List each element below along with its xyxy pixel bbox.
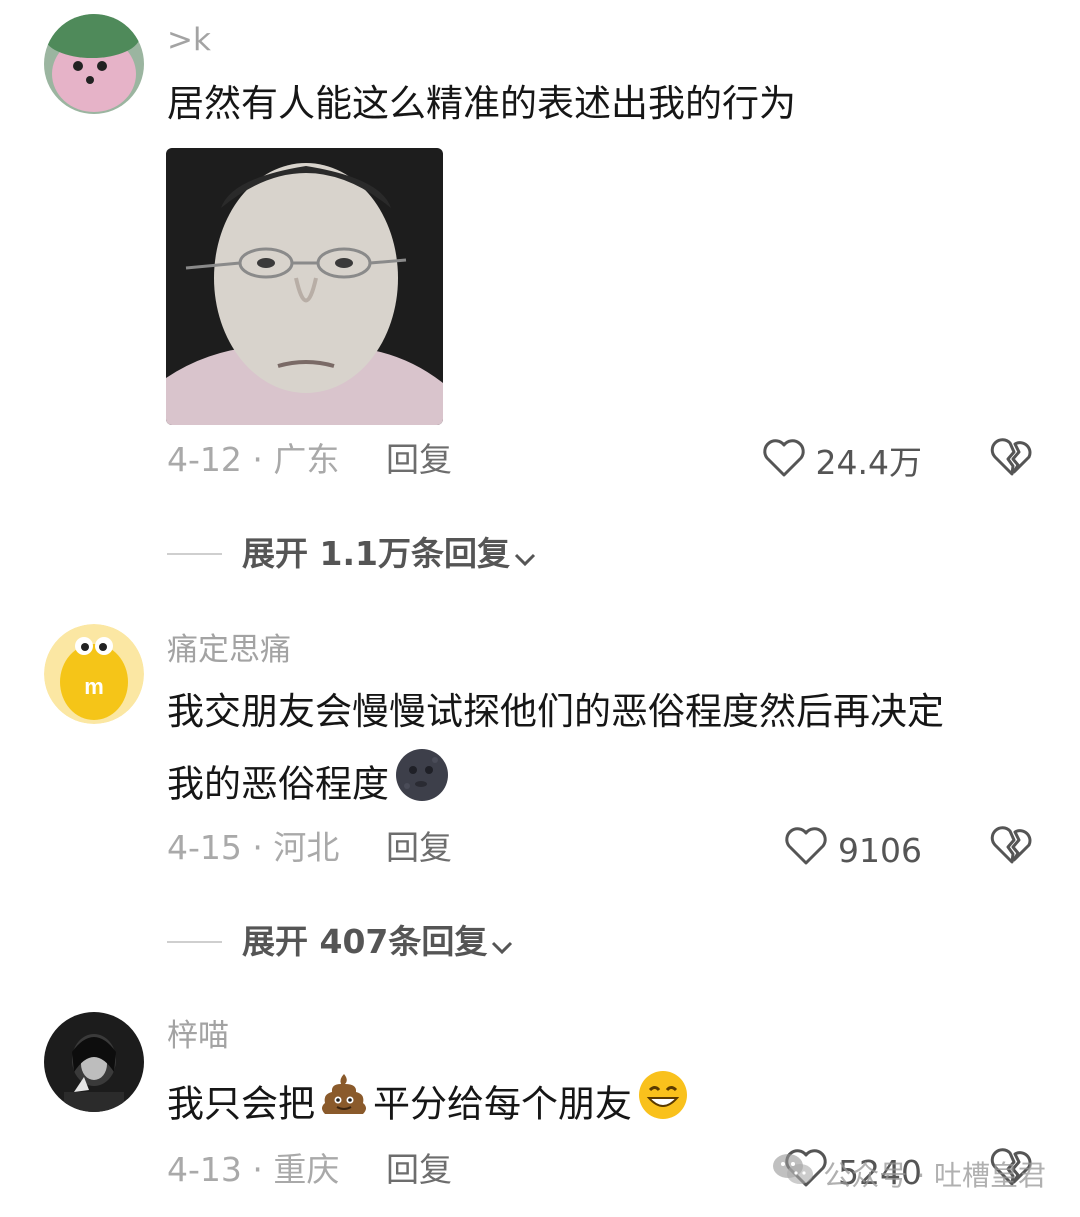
wechat-icon <box>771 1152 815 1195</box>
new-moon-face-icon <box>393 746 451 826</box>
watermark-text: 公众号 · 吐槽皇君 <box>823 1158 1046 1192</box>
avatar[interactable] <box>44 1012 144 1112</box>
comment-date: 4-15 <box>167 828 242 867</box>
divider <box>167 941 222 943</box>
comment-date: 4-13 <box>167 1150 242 1189</box>
broken-heart-icon <box>990 438 1034 482</box>
reply-button[interactable]: 回复 <box>386 440 452 480</box>
comment-text: 我只会把 平分给每个朋友 <box>167 1068 1047 1144</box>
expand-label: 展开 1.1万条回复 <box>242 534 510 573</box>
comment-image[interactable] <box>166 148 443 425</box>
dislike-button[interactable] <box>990 824 1034 868</box>
like-count: 9106 <box>838 830 922 870</box>
comment-text: 居然有人能这么精准的表述出我的行为 <box>167 82 796 125</box>
comment-meta: 4-13 · 重庆 <box>167 1150 340 1189</box>
username[interactable]: 梓喵 <box>167 1016 229 1056</box>
svg-text:m: m <box>84 674 104 699</box>
expand-replies[interactable]: 展开 407条回复 <box>167 922 515 962</box>
comment-text: 我交朋友会慢慢试探他们的恶俗程度然后再决定 我的恶俗程度 <box>167 678 1047 826</box>
comment-meta: 4-15 · 河北 <box>167 828 340 867</box>
username[interactable]: 痛定思痛 <box>167 630 291 670</box>
comment-meta: 4-12 · 广东 <box>167 440 340 479</box>
expand-replies[interactable]: 展开 1.1万条回复 <box>167 534 538 574</box>
avatar[interactable] <box>44 14 144 114</box>
reply-button[interactable]: 回复 <box>386 828 452 868</box>
chevron-down-icon <box>512 541 538 567</box>
reply-button[interactable]: 回复 <box>386 1150 452 1190</box>
comment-location: 重庆 <box>273 1150 340 1189</box>
like-button[interactable]: 9106 <box>784 826 922 875</box>
like-count: 24.4万 <box>815 442 922 482</box>
heart-outline-icon <box>784 826 828 875</box>
comment-date: 4-12 <box>167 440 242 479</box>
chevron-down-icon <box>489 929 515 955</box>
broken-heart-icon <box>990 826 1034 870</box>
comment-location: 河北 <box>273 828 340 867</box>
comment-text-line: 我的恶俗程度 <box>167 746 1047 826</box>
expand-label: 展开 407条回复 <box>242 922 488 961</box>
avatar[interactable]: m <box>44 624 144 724</box>
divider <box>167 553 222 555</box>
comment-location: 广东 <box>273 440 340 479</box>
comment-text-line: 我交朋友会慢慢试探他们的恶俗程度然后再决定 <box>167 690 944 733</box>
like-button[interactable]: 24.4万 <box>762 438 922 487</box>
dislike-button[interactable] <box>990 436 1034 480</box>
username[interactable]: >k <box>167 20 211 60</box>
grinning-face-icon <box>636 1068 690 1144</box>
heart-outline-icon <box>762 438 806 487</box>
poop-icon <box>319 1070 369 1142</box>
watermark: 公众号 · 吐槽皇君 <box>771 1152 1046 1195</box>
